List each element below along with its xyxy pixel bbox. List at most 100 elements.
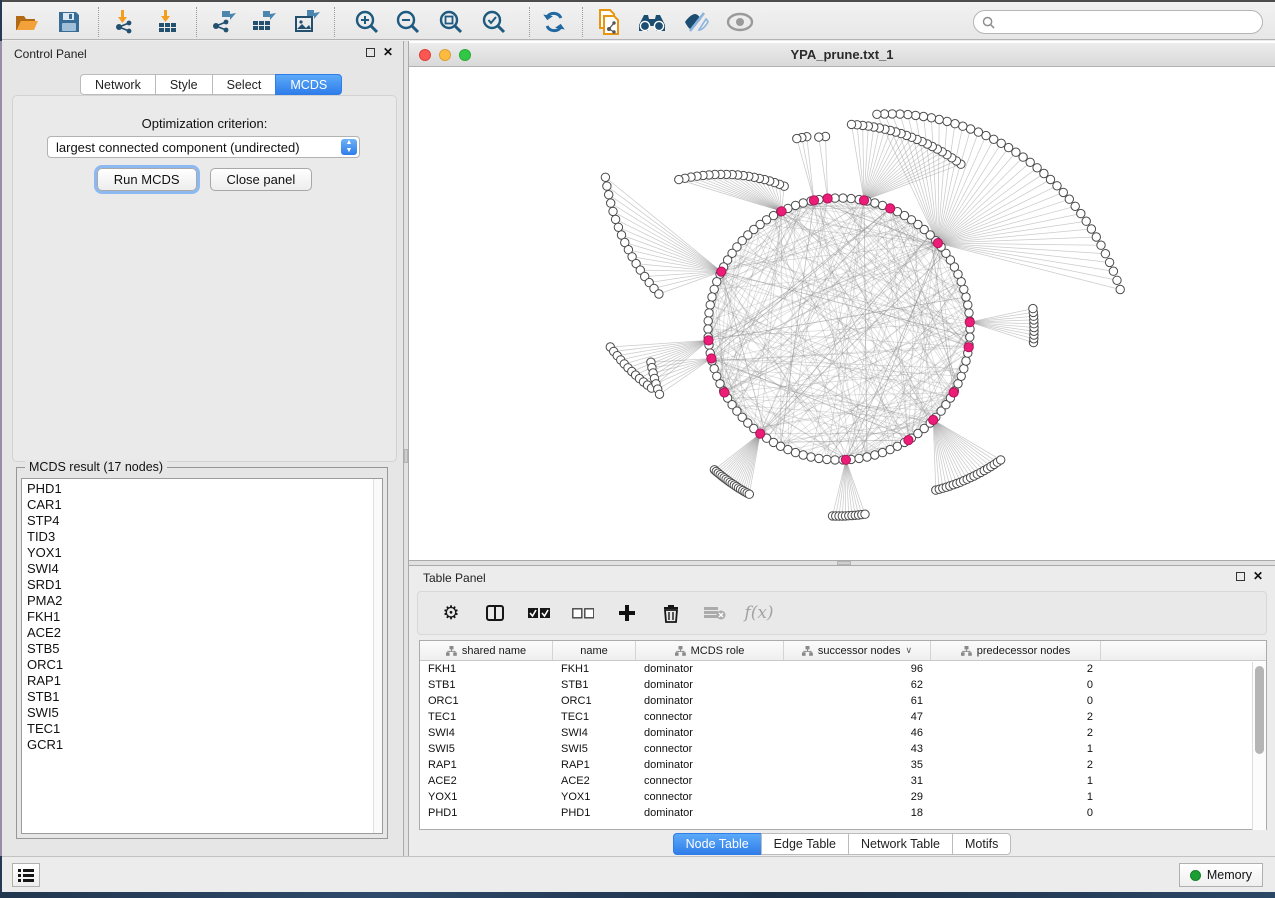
table-row[interactable]: PHD1PHD1dominator180	[420, 805, 1266, 821]
result-node-item[interactable]: GCR1	[27, 737, 382, 753]
table-cell[interactable]: TEC1	[420, 709, 553, 725]
table-settings-gear-icon[interactable]: ⚙	[438, 600, 464, 626]
table-cell[interactable]: FKH1	[553, 661, 636, 677]
result-node-item[interactable]: STP4	[27, 513, 382, 529]
splitter-grip[interactable]	[404, 449, 408, 463]
table-cell[interactable]: 0	[931, 677, 1101, 693]
table-cell[interactable]: 31	[784, 773, 931, 789]
float-panel-icon[interactable]	[366, 48, 375, 57]
table-cell[interactable]: dominator	[636, 757, 784, 773]
export-network-icon[interactable]	[209, 8, 239, 36]
tab-network-table[interactable]: Network Table	[848, 833, 952, 855]
table-cell[interactable]: ACE2	[553, 773, 636, 789]
table-cell[interactable]: ACE2	[420, 773, 553, 789]
table-cell[interactable]: dominator	[636, 693, 784, 709]
delete-table-icon[interactable]	[702, 600, 728, 626]
close-panel-button[interactable]: Close panel	[210, 168, 313, 191]
table-scrollbar[interactable]	[1252, 662, 1266, 830]
table-cell[interactable]: 2	[931, 709, 1101, 725]
tab-select[interactable]: Select	[212, 74, 276, 95]
table-cell[interactable]: ORC1	[553, 693, 636, 709]
table-cell[interactable]: PHD1	[420, 805, 553, 821]
result-node-item[interactable]: SWI4	[27, 561, 382, 577]
horizontal-splitter[interactable]	[409, 560, 1275, 566]
table-cell[interactable]: 2	[931, 725, 1101, 741]
show-panels-list-icon[interactable]	[12, 863, 40, 887]
table-cell[interactable]: STB1	[420, 677, 553, 693]
table-cell[interactable]: 0	[931, 693, 1101, 709]
result-node-item[interactable]: FKH1	[27, 609, 382, 625]
result-node-item[interactable]: ORC1	[27, 657, 382, 673]
result-node-item[interactable]: CAR1	[27, 497, 382, 513]
column-header-predecessor-nodes[interactable]: predecessor nodes	[931, 641, 1101, 660]
add-column-icon[interactable]	[614, 600, 640, 626]
result-node-item[interactable]: TID3	[27, 529, 382, 545]
table-cell[interactable]: YOX1	[420, 789, 553, 805]
table-cell[interactable]: 1	[931, 789, 1101, 805]
tab-node-table[interactable]: Node Table	[673, 833, 761, 855]
result-node-item[interactable]: STB5	[27, 641, 382, 657]
network-titlebar[interactable]: YPA_prune.txt_1	[409, 43, 1275, 67]
zoom-out-icon[interactable]	[393, 8, 423, 36]
table-cell[interactable]: 2	[931, 661, 1101, 677]
table-cell[interactable]: SWI5	[420, 741, 553, 757]
deselect-all-rows-icon[interactable]	[570, 600, 596, 626]
result-node-item[interactable]: ACE2	[27, 625, 382, 641]
network-graph[interactable]	[409, 67, 1275, 560]
table-row[interactable]: ACE2ACE2connector311	[420, 773, 1266, 789]
search-network-icon[interactable]	[637, 8, 667, 36]
table-cell[interactable]: connector	[636, 789, 784, 805]
table-cell[interactable]: 61	[784, 693, 931, 709]
hide-details-icon[interactable]	[681, 8, 711, 36]
table-cell[interactable]: dominator	[636, 725, 784, 741]
delete-column-icon[interactable]	[658, 600, 684, 626]
table-row[interactable]: STB1STB1dominator620	[420, 677, 1266, 693]
table-row[interactable]: RAP1RAP1dominator352	[420, 757, 1266, 773]
splitter-grip[interactable]	[837, 561, 851, 565]
column-header-MCDS-role[interactable]: MCDS role	[636, 641, 784, 660]
window-close-icon[interactable]	[419, 49, 431, 61]
table-cell[interactable]: FKH1	[420, 661, 553, 677]
table-cell[interactable]: dominator	[636, 661, 784, 677]
table-cell[interactable]: TEC1	[553, 709, 636, 725]
result-node-item[interactable]: SWI5	[27, 705, 382, 721]
table-cell[interactable]: STB1	[553, 677, 636, 693]
table-cell[interactable]: SWI4	[553, 725, 636, 741]
table-row[interactable]: FKH1FKH1dominator962	[420, 661, 1266, 677]
table-cell[interactable]: connector	[636, 741, 784, 757]
table-cell[interactable]: connector	[636, 773, 784, 789]
result-node-item[interactable]: STB1	[27, 689, 382, 705]
table-cell[interactable]: dominator	[636, 677, 784, 693]
zoom-selected-icon[interactable]	[479, 8, 509, 36]
open-session-icon[interactable]	[12, 8, 42, 36]
save-session-icon[interactable]	[54, 8, 84, 36]
zoom-in-icon[interactable]	[352, 8, 382, 36]
table-cell[interactable]: YOX1	[553, 789, 636, 805]
table-cell[interactable]: PHD1	[553, 805, 636, 821]
table-scrollbar-thumb[interactable]	[1255, 666, 1264, 754]
close-panel-icon[interactable]: ✕	[1253, 572, 1263, 581]
column-visibility-icon[interactable]	[482, 600, 508, 626]
table-cell[interactable]: 62	[784, 677, 931, 693]
column-header-shared-name[interactable]: shared name	[420, 641, 553, 660]
tab-style[interactable]: Style	[155, 74, 212, 95]
table-cell[interactable]: RAP1	[553, 757, 636, 773]
table-cell[interactable]: 46	[784, 725, 931, 741]
import-network-icon[interactable]	[110, 8, 140, 36]
result-node-item[interactable]: PHD1	[27, 481, 382, 497]
table-row[interactable]: ORC1ORC1dominator610	[420, 693, 1266, 709]
memory-button[interactable]: Memory	[1179, 863, 1263, 887]
run-mcds-button[interactable]: Run MCDS	[97, 168, 197, 191]
duplicate-network-icon[interactable]	[594, 8, 624, 36]
table-cell[interactable]: dominator	[636, 805, 784, 821]
table-cell[interactable]: 1	[931, 773, 1101, 789]
result-node-item[interactable]: RAP1	[27, 673, 382, 689]
table-cell[interactable]: RAP1	[420, 757, 553, 773]
tab-edge-table[interactable]: Edge Table	[761, 833, 848, 855]
table-cell[interactable]: 2	[931, 757, 1101, 773]
result-node-item[interactable]: SRD1	[27, 577, 382, 593]
table-cell[interactable]: SWI5	[553, 741, 636, 757]
window-maximize-icon[interactable]	[459, 49, 471, 61]
criterion-dropdown[interactable]: largest connected component (undirected)…	[47, 136, 360, 158]
result-node-item[interactable]: YOX1	[27, 545, 382, 561]
